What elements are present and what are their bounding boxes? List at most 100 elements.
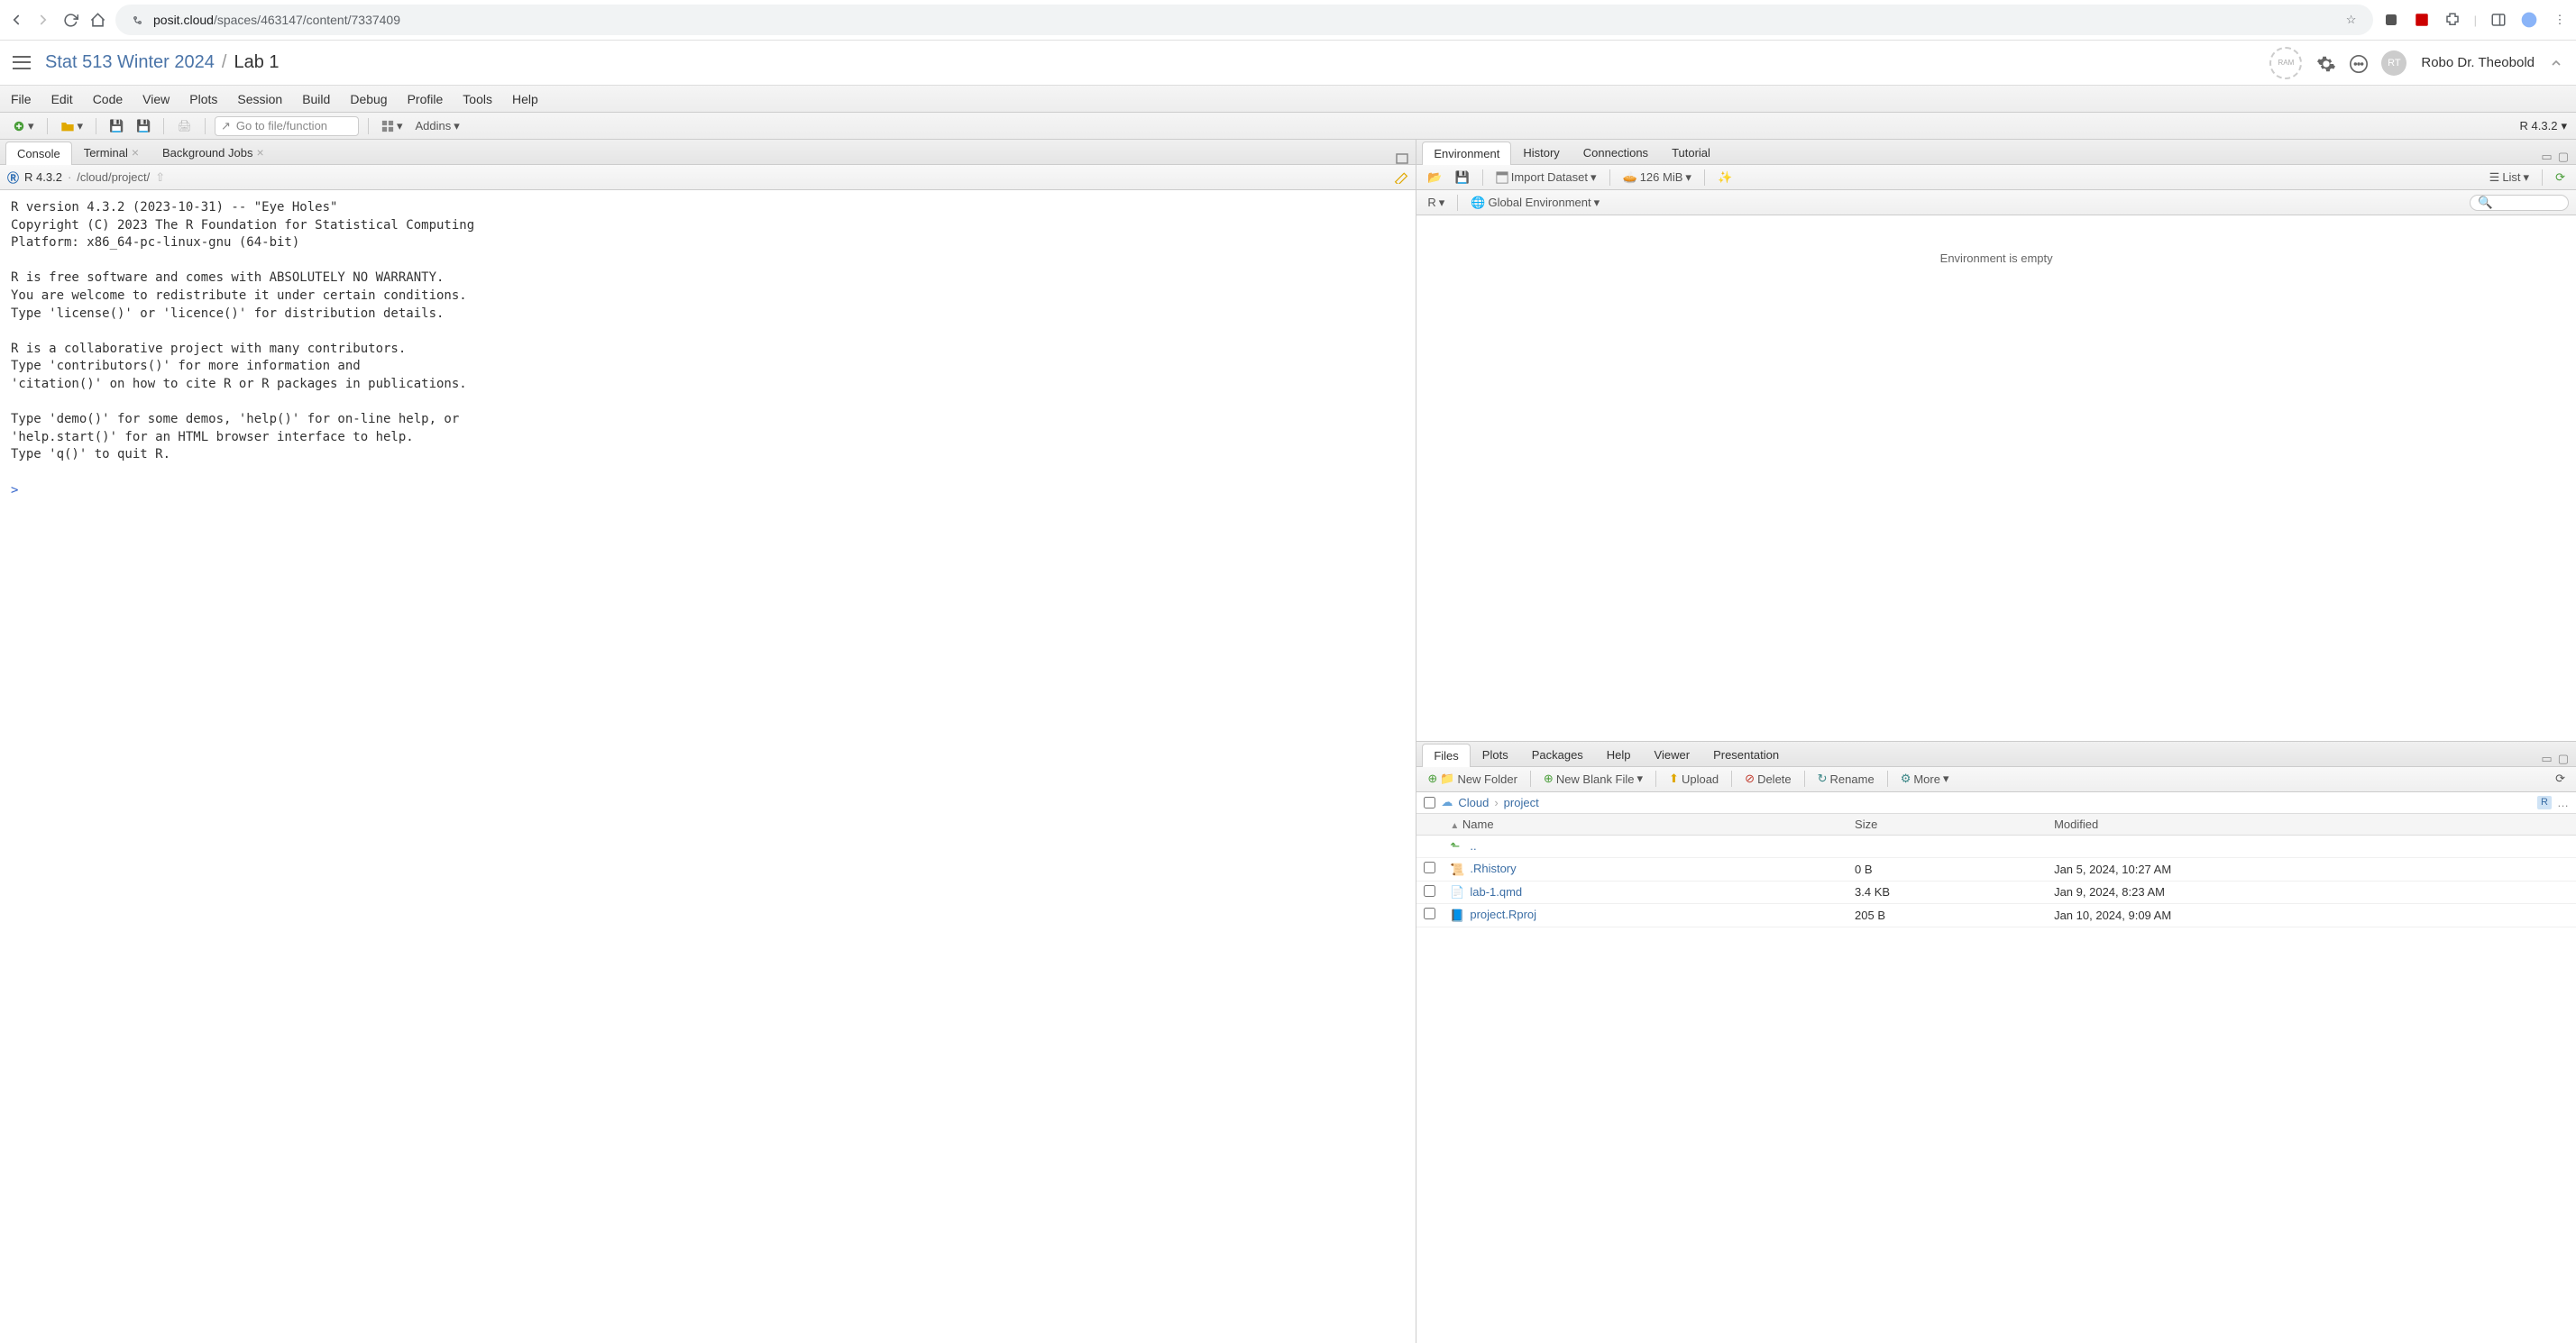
tab-environment[interactable]: Environment bbox=[1422, 142, 1511, 165]
r-version-label[interactable]: R 4.3.2 bbox=[2520, 119, 2558, 132]
menu-help[interactable]: Help bbox=[512, 92, 538, 106]
menu-session[interactable]: Session bbox=[237, 92, 282, 106]
addins-button[interactable]: Addins ▾ bbox=[411, 117, 463, 135]
profile-icon[interactable] bbox=[2520, 11, 2538, 29]
select-all-checkbox[interactable] bbox=[1424, 797, 1435, 809]
tab-tutorial[interactable]: Tutorial bbox=[1660, 141, 1722, 164]
refresh-files-icon[interactable]: ⟳ bbox=[2552, 770, 2569, 788]
extension-icon[interactable] bbox=[2382, 11, 2400, 29]
pdf-icon[interactable] bbox=[2413, 11, 2431, 29]
minimize-icon[interactable] bbox=[1396, 153, 1408, 164]
tab-console[interactable]: Console bbox=[5, 142, 72, 165]
row-checkbox[interactable] bbox=[1424, 862, 1435, 873]
tab-presentation[interactable]: Presentation bbox=[1701, 743, 1791, 766]
tab-bgjobs[interactable]: Background Jobs× bbox=[151, 140, 276, 164]
menu-debug[interactable]: Debug bbox=[350, 92, 387, 106]
save-button[interactable]: 💾 bbox=[105, 117, 127, 135]
popout-icon[interactable]: ⇧ bbox=[155, 170, 165, 185]
minimize-icon[interactable]: ▭ bbox=[2541, 150, 2552, 164]
reload-icon[interactable] bbox=[61, 11, 79, 29]
scope-r-button[interactable]: R ▾ bbox=[1424, 194, 1448, 212]
list-view-button[interactable]: ☰ List ▾ bbox=[2486, 169, 2533, 187]
files-tabs: Files Plots Packages Help Viewer Present… bbox=[1416, 742, 2576, 767]
import-button[interactable]: Import Dataset ▾ bbox=[1492, 169, 1600, 187]
print-button[interactable]: 🖨 bbox=[173, 117, 196, 135]
maximize-icon[interactable]: ▢ bbox=[2558, 752, 2569, 766]
hamburger-icon[interactable] bbox=[13, 54, 31, 72]
menu-profile[interactable]: Profile bbox=[408, 92, 444, 106]
site-info-icon[interactable] bbox=[128, 11, 146, 29]
breadcrumb-project[interactable]: project bbox=[1504, 796, 1539, 809]
forward-icon[interactable] bbox=[34, 11, 52, 29]
tab-help[interactable]: Help bbox=[1595, 743, 1643, 766]
breadcrumb-cloud[interactable]: Cloud bbox=[1458, 796, 1489, 809]
env-search-input[interactable] bbox=[2470, 195, 2569, 211]
menu-build[interactable]: Build bbox=[302, 92, 330, 106]
r-badge-icon[interactable]: R bbox=[2537, 796, 2552, 809]
close-icon[interactable]: × bbox=[256, 145, 263, 160]
more-dots-icon[interactable]: … bbox=[2557, 796, 2569, 809]
row-checkbox[interactable] bbox=[1424, 908, 1435, 919]
menu-tools[interactable]: Tools bbox=[463, 92, 492, 106]
row-checkbox[interactable] bbox=[1424, 885, 1435, 897]
close-icon[interactable]: × bbox=[132, 145, 139, 160]
console-output[interactable]: R version 4.3.2 (2023-10-31) -- "Eye Hol… bbox=[0, 190, 1416, 1343]
table-row[interactable]: 📘project.Rproj 205 B Jan 10, 2024, 9:09 … bbox=[1416, 904, 2576, 927]
rename-button[interactable]: ↻ Rename bbox=[1814, 770, 1878, 788]
more-button[interactable]: ⚙ More ▾ bbox=[1897, 770, 1953, 788]
tab-packages[interactable]: Packages bbox=[1520, 743, 1595, 766]
avatar[interactable]: RT bbox=[2381, 50, 2406, 76]
clear-console-icon[interactable] bbox=[1394, 171, 1408, 184]
table-row[interactable]: 📜.Rhistory 0 B Jan 5, 2024, 10:27 AM bbox=[1416, 858, 2576, 882]
load-env-icon[interactable]: 📂 bbox=[1424, 169, 1445, 187]
url-bar[interactable]: posit.cloud/spaces/463147/content/733740… bbox=[115, 5, 2373, 35]
panel-icon[interactable] bbox=[2489, 11, 2507, 29]
tab-terminal[interactable]: Terminal× bbox=[72, 140, 151, 164]
tab-viewer[interactable]: Viewer bbox=[1643, 743, 1702, 766]
maximize-icon[interactable]: ▢ bbox=[2558, 150, 2569, 164]
chevron-up-icon[interactable] bbox=[2549, 56, 2563, 70]
broom-icon[interactable]: ✨ bbox=[1714, 169, 1736, 187]
table-row[interactable]: ⬑.. bbox=[1416, 835, 2576, 858]
tab-files[interactable]: Files bbox=[1422, 744, 1470, 767]
ram-badge[interactable]: RAM bbox=[2269, 47, 2302, 79]
new-doc-button[interactable]: ▾ bbox=[9, 117, 38, 135]
menu-code[interactable]: Code bbox=[93, 92, 123, 106]
files-toolbar: ⊕📁 New Folder ⊕ New Blank File ▾ ⬆ Uploa… bbox=[1416, 767, 2576, 792]
goto-input[interactable]: ↗ Go to file/function bbox=[215, 116, 359, 136]
col-name[interactable]: ▲ Name bbox=[1443, 814, 1847, 836]
refresh-icon[interactable]: ⟳ bbox=[2552, 169, 2569, 187]
col-modified[interactable]: Modified bbox=[2047, 814, 2576, 836]
menu-plots[interactable]: Plots bbox=[189, 92, 217, 106]
tab-plots[interactable]: Plots bbox=[1471, 743, 1520, 766]
env-toolbar: 📂 💾 Import Dataset ▾ 🥧 126 MiB ▾ ✨ ☰ Lis… bbox=[1416, 165, 2576, 190]
breadcrumb-space[interactable]: Stat 513 Winter 2024 bbox=[45, 52, 215, 73]
console-path[interactable]: /cloud/project/ bbox=[77, 170, 150, 184]
menu-edit[interactable]: Edit bbox=[51, 92, 73, 106]
tab-connections[interactable]: Connections bbox=[1572, 141, 1660, 164]
star-icon[interactable]: ☆ bbox=[2342, 11, 2361, 29]
scope-env-button[interactable]: 🌐 Global Environment ▾ bbox=[1467, 194, 1603, 212]
back-icon[interactable] bbox=[7, 11, 25, 29]
menu-file[interactable]: File bbox=[11, 92, 32, 106]
new-blank-button[interactable]: ⊕ New Blank File ▾ bbox=[1540, 770, 1646, 788]
gear-icon[interactable] bbox=[2316, 54, 2334, 72]
puzzle-icon[interactable] bbox=[2443, 11, 2461, 29]
new-folder-button[interactable]: ⊕📁 New Folder bbox=[1424, 770, 1521, 788]
table-row[interactable]: 📄lab-1.qmd 3.4 KB Jan 9, 2024, 8:23 AM bbox=[1416, 881, 2576, 904]
main-toolbar: ▾ ▾ 💾 💾 🖨 ↗ Go to file/function ▾ Addins… bbox=[0, 113, 2576, 140]
delete-button[interactable]: ⊘ Delete bbox=[1741, 770, 1794, 788]
tab-history[interactable]: History bbox=[1511, 141, 1571, 164]
memory-button[interactable]: 🥧 126 MiB ▾ bbox=[1619, 169, 1695, 187]
home-icon[interactable] bbox=[88, 11, 106, 29]
upload-button[interactable]: ⬆ Upload bbox=[1665, 770, 1722, 788]
menu-view[interactable]: View bbox=[142, 92, 170, 106]
minimize-icon[interactable]: ▭ bbox=[2541, 752, 2552, 766]
save-env-icon[interactable]: 💾 bbox=[1452, 169, 1473, 187]
more-circle-icon[interactable] bbox=[2349, 54, 2367, 72]
save-all-button[interactable]: 💾 bbox=[133, 117, 154, 135]
grid-button[interactable]: ▾ bbox=[378, 117, 407, 135]
kebab-icon[interactable]: ⋮ bbox=[2551, 11, 2569, 29]
open-button[interactable]: ▾ bbox=[57, 117, 87, 135]
col-size[interactable]: Size bbox=[1847, 814, 2047, 836]
